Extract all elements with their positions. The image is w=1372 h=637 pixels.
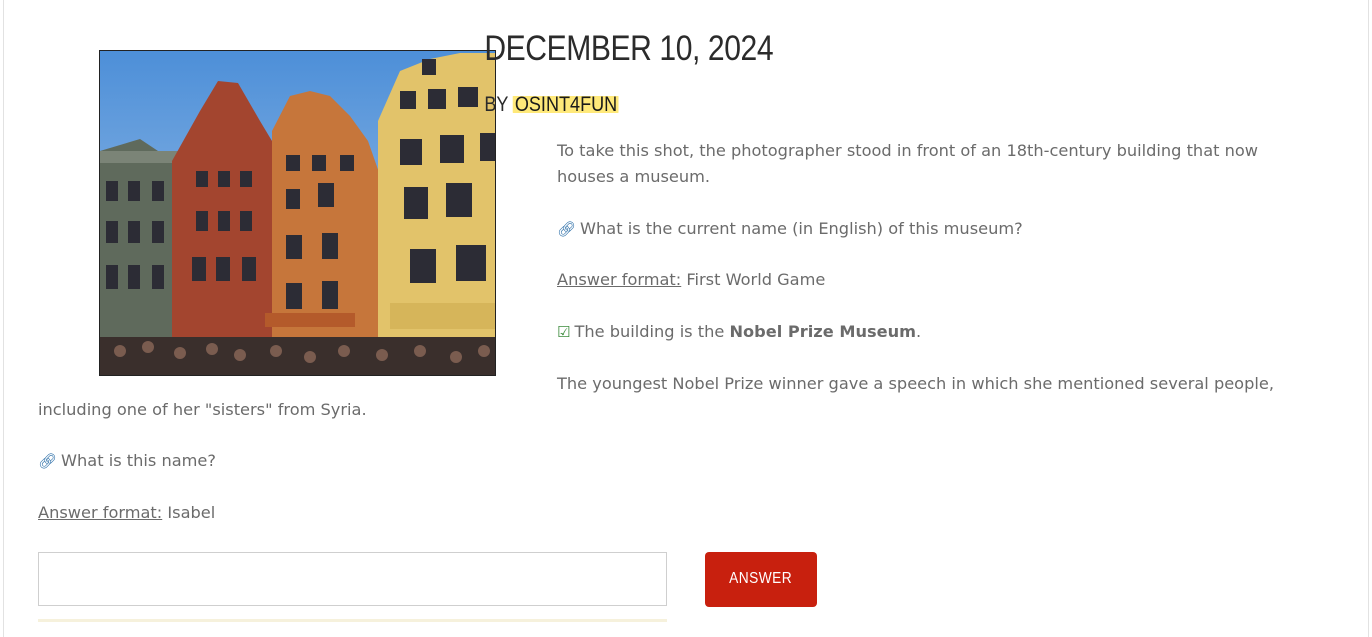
solved-answer-1-suffix: . [915, 322, 922, 342]
byline: BY OSINT4FUN [38, 89, 1132, 121]
question-1-text: What is the current name (in English) of… [580, 218, 1023, 238]
check-square-icon: ☑︎ [557, 323, 571, 342]
link-icon: 🔗︎ [38, 452, 58, 471]
question-2: 🔗︎ What is this name? [38, 448, 1310, 474]
context-paragraph: The youngest Nobel Prize winner gave a s… [38, 373, 1274, 419]
author-link[interactable]: OSINT4FUN [513, 93, 619, 116]
answer-format-2: Answer format: Isabel [38, 500, 1310, 526]
answer-format-1-value: First World Game [681, 270, 826, 290]
answer-input[interactable] [38, 551, 667, 606]
link-icon: 🔗︎ [557, 219, 577, 238]
by-label: BY [484, 93, 514, 116]
answer-format-2-value: Isabel [162, 503, 216, 523]
answer-format-2-label: Answer format: [38, 503, 163, 523]
answer-format-1-label: Answer format: [557, 270, 682, 290]
page-frame-right [1368, 0, 1369, 637]
answer-form: ANSWER [38, 551, 1310, 622]
answer-button-label: ANSWER [729, 570, 793, 588]
post-date: DECEMBER 10, 2024 [484, 29, 774, 68]
solved-answer-1-prefix: The building is the [574, 322, 730, 342]
answer-button[interactable]: ANSWER [705, 551, 817, 607]
post-content: DECEMBER 10, 2024 BY OSINT4FUN To take t… [38, 0, 1310, 622]
solved-answer-1-bold: Nobel Prize Museum [729, 322, 916, 342]
feedback-strip [38, 618, 667, 622]
question-2-text: What is this name? [61, 451, 216, 471]
page-frame-left [3, 0, 4, 637]
